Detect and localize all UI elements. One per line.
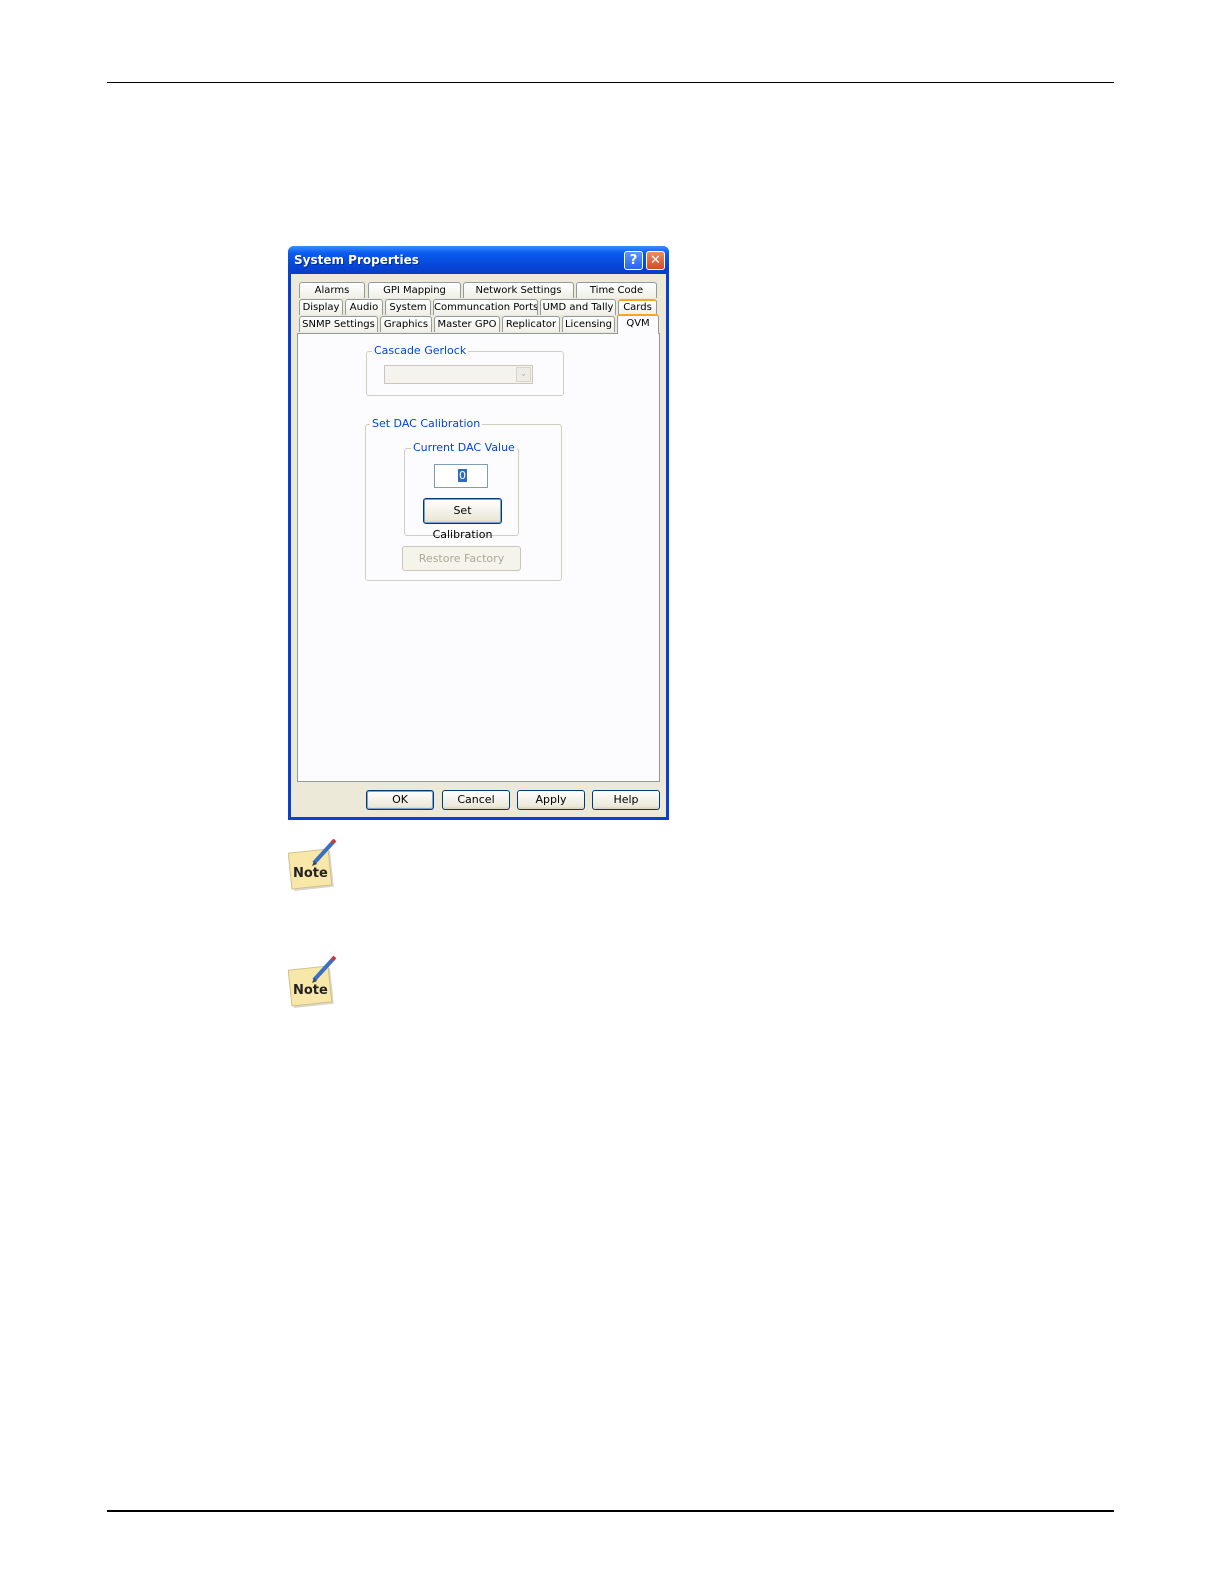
tab-time-code[interactable]: Time Code xyxy=(576,282,657,298)
tab-gpi-mapping[interactable]: GPI Mapping xyxy=(368,282,461,298)
tab-system[interactable]: System xyxy=(385,299,431,315)
system-properties-window: System Properties ? ✕ Alarms GPI Mapping… xyxy=(288,246,669,820)
tab-cards[interactable]: Cards xyxy=(618,299,657,315)
tab-snmp-settings[interactable]: SNMP Settings xyxy=(299,316,378,332)
tab-network-settings[interactable]: Network Settings xyxy=(463,282,574,298)
window-title: System Properties xyxy=(294,253,419,267)
dac-calibration-group: Set DAC Calibration Current DAC Value 0 … xyxy=(365,417,562,581)
restore-factory-button[interactable]: Restore Factory xyxy=(402,546,521,571)
set-calibration-button[interactable]: Set Calibration xyxy=(423,498,502,541)
dac-calibration-legend: Set DAC Calibration xyxy=(370,417,483,430)
current-dac-group: Current DAC Value 0 Set Calibration xyxy=(404,441,519,541)
header-rule xyxy=(107,82,1114,83)
cascade-gerlock-select[interactable]: ⌄ xyxy=(384,365,533,384)
title-bar[interactable]: System Properties ? ✕ xyxy=(288,246,669,274)
cancel-button[interactable]: Cancel xyxy=(442,790,510,810)
tab-communication-ports[interactable]: Communcation Ports xyxy=(433,299,538,315)
tab-replicator[interactable]: Replicator xyxy=(502,316,560,332)
tab-master-gpo[interactable]: Master GPO xyxy=(434,316,500,332)
current-dac-legend: Current DAC Value xyxy=(411,441,517,454)
current-dac-value: 0 xyxy=(458,469,467,482)
tab-umd-and-tally[interactable]: UMD and Tally xyxy=(540,299,616,315)
current-dac-input[interactable]: 0 xyxy=(434,464,488,488)
tab-qvm[interactable]: QVM xyxy=(617,314,659,334)
tab-graphics[interactable]: Graphics xyxy=(380,316,432,332)
tab-display[interactable]: Display xyxy=(299,299,343,315)
footer-rule xyxy=(107,1510,1114,1512)
note-pencil-icon: Note xyxy=(287,838,338,895)
dropdown-arrow-icon: ⌄ xyxy=(516,367,531,382)
help-button[interactable]: Help xyxy=(592,790,660,810)
ok-button[interactable]: OK xyxy=(366,790,434,810)
help-icon[interactable]: ? xyxy=(624,251,643,270)
tab-audio[interactable]: Audio xyxy=(345,299,383,315)
apply-button[interactable]: Apply xyxy=(517,790,585,810)
close-icon[interactable]: ✕ xyxy=(646,251,665,270)
tab-licensing[interactable]: Licensing xyxy=(562,316,615,332)
cascade-gerlock-group: Cascade Gerlock ⌄ xyxy=(366,344,564,396)
tab-alarms[interactable]: Alarms xyxy=(299,282,365,298)
note-label: Note xyxy=(293,866,328,881)
note-pencil-icon: Note xyxy=(287,955,338,1012)
window-client: Alarms GPI Mapping Network Settings Time… xyxy=(291,274,666,817)
note-label: Note xyxy=(293,983,328,998)
cascade-gerlock-legend: Cascade Gerlock xyxy=(372,344,469,357)
tab-panel: Cascade Gerlock ⌄ Set DAC Calibration Cu… xyxy=(297,333,660,782)
